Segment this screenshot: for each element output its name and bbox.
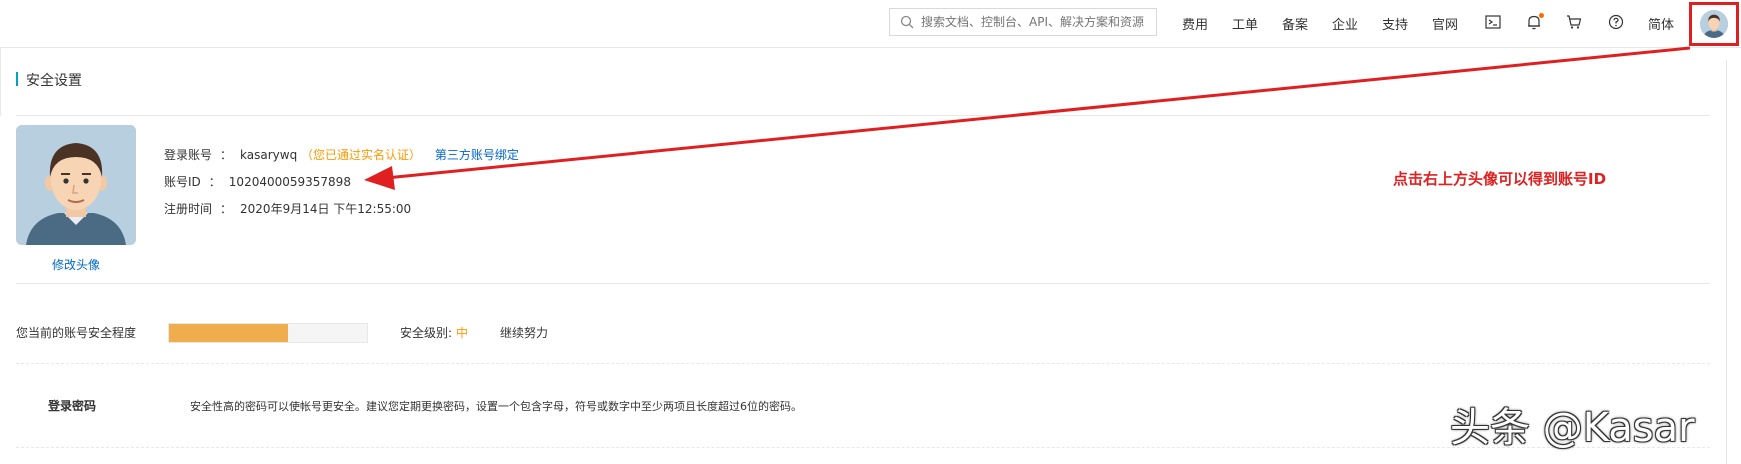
- watermark: 头条 @Kasar: [1450, 405, 1695, 451]
